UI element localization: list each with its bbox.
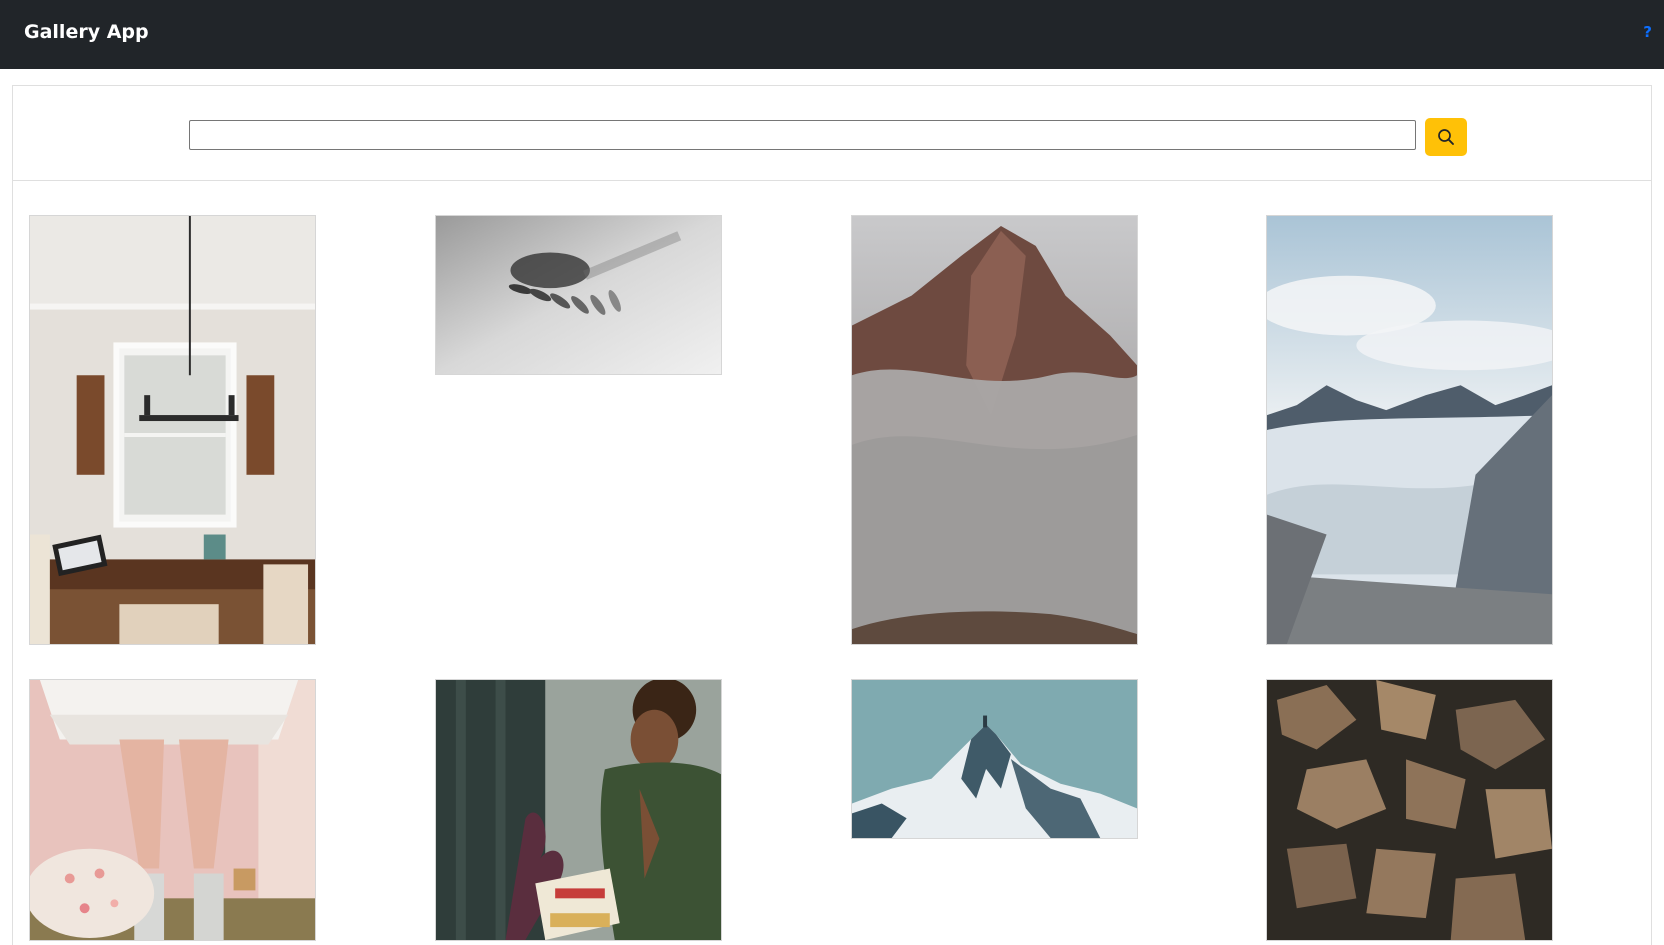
gallery-image-tutu-flowers[interactable] [29,679,316,941]
gallery-image-snowy-peak[interactable] [851,679,1138,839]
gallery-image-glacier-valley[interactable] [1266,215,1553,645]
photo-icon [436,216,721,374]
search-button[interactable] [1425,118,1467,156]
app-title[interactable]: Gallery App [24,20,149,44]
photo-icon [852,680,1137,838]
photo-icon [852,216,1137,644]
gallery-image-misty-mountain[interactable] [851,215,1138,645]
photo-icon [436,680,721,940]
gallery-image-dining-room[interactable] [29,215,316,645]
gallery-card [12,85,1652,945]
gallery-image-rocky-cliff[interactable] [1266,679,1553,941]
search-bar [13,86,1651,181]
top-navbar: Gallery App ? [0,0,1664,69]
search-input[interactable] [189,120,1416,150]
photo-icon [1267,680,1552,940]
gallery-image-spoons-shadow[interactable] [435,215,722,375]
help-link[interactable]: ? [1643,21,1652,43]
photo-icon [30,680,315,940]
gallery-image-woman-reading[interactable] [435,679,722,941]
photo-icon [1267,216,1552,644]
search-icon [1438,129,1454,145]
photo-icon [30,216,315,644]
